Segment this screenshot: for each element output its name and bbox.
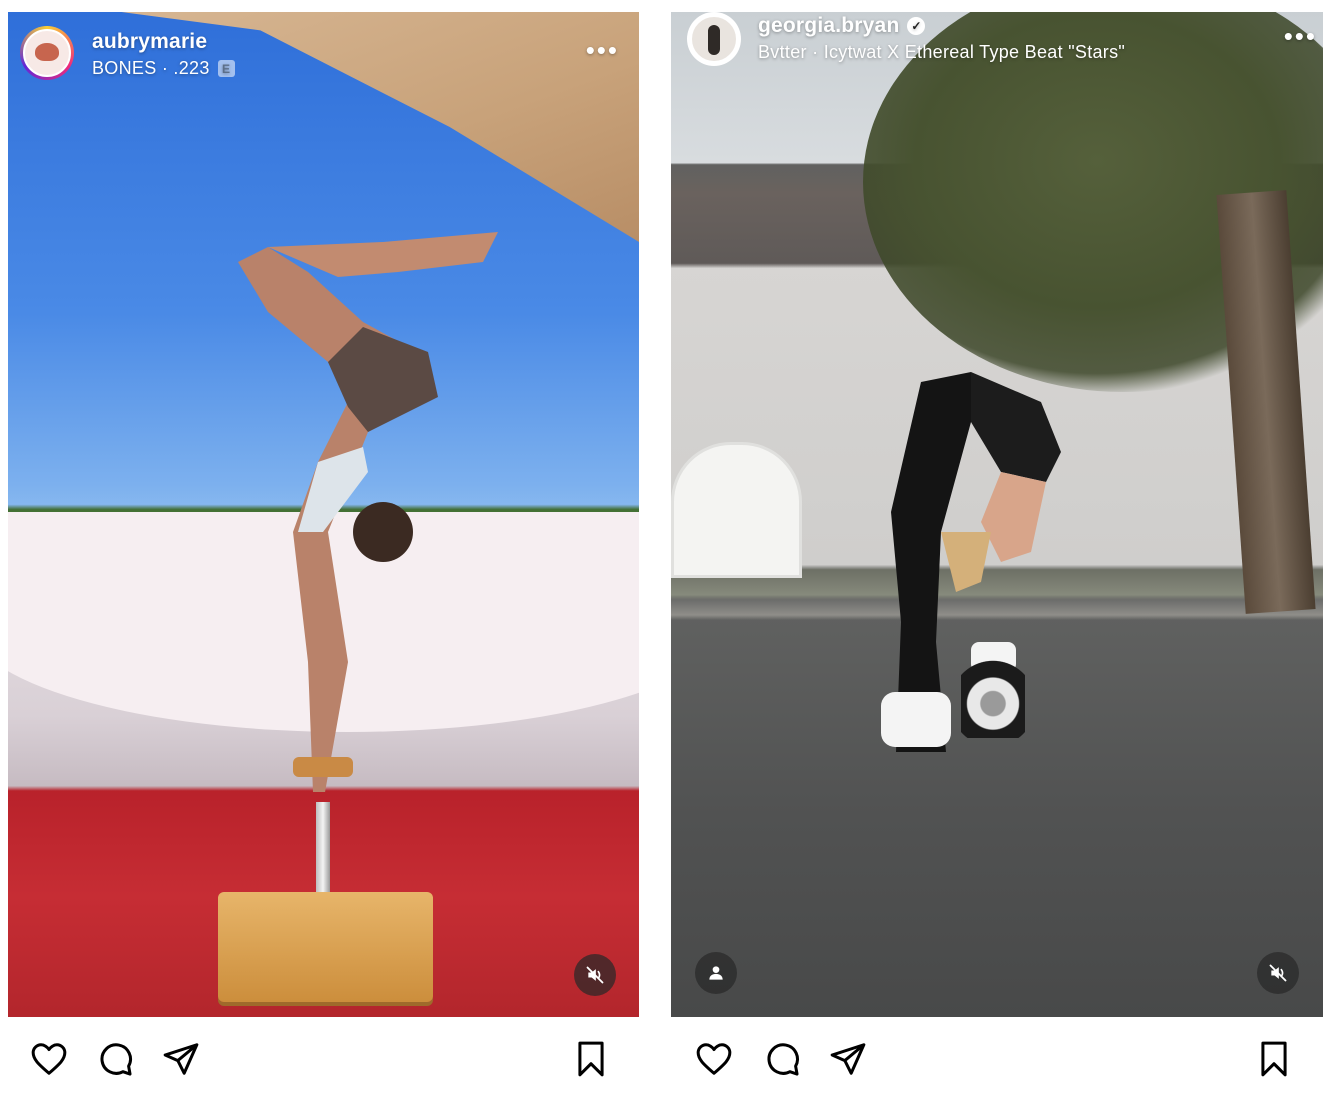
send-icon: [163, 1043, 199, 1075]
more-dots-icon[interactable]: •••: [1284, 23, 1317, 49]
post-media[interactable]: [671, 12, 1323, 1017]
post-media[interactable]: [8, 12, 639, 1017]
avatar[interactable]: [20, 26, 74, 80]
mute-toggle[interactable]: [574, 954, 616, 996]
bookmark-icon: [578, 1041, 604, 1077]
muted-speaker-icon: [1269, 964, 1287, 982]
tagged-people-button[interactable]: [695, 952, 737, 994]
save-button[interactable]: [568, 1036, 614, 1082]
bookmark-icon: [1261, 1041, 1287, 1077]
audio-track[interactable]: Bvtter · Icytwat X Ethereal Type Beat "S…: [758, 42, 1125, 63]
share-button[interactable]: [825, 1036, 871, 1082]
comment-button[interactable]: [92, 1036, 138, 1082]
comment-icon: [100, 1043, 132, 1076]
handstand-figure: [238, 232, 498, 792]
hoverboard-wheel: [961, 652, 1025, 738]
username[interactable]: georgia.bryan ✓: [758, 14, 926, 38]
more-dots-icon[interactable]: •••: [586, 37, 619, 63]
person-icon: [709, 966, 723, 980]
audio-track-label: BONES · .223: [92, 58, 210, 78]
like-button[interactable]: [691, 1036, 737, 1082]
post-header: aubrymarie BONES · .223 E •••: [8, 12, 639, 90]
comment-button[interactable]: [759, 1036, 805, 1082]
verified-badge-icon: ✓: [907, 17, 926, 35]
garage-door: [671, 442, 802, 578]
avatar-image: [23, 29, 71, 77]
comment-icon: [767, 1043, 799, 1076]
explicit-badge: E: [217, 60, 235, 77]
username[interactable]: aubrymarie: [92, 30, 207, 54]
username-label: aubrymarie: [92, 30, 208, 53]
share-button[interactable]: [158, 1036, 204, 1082]
action-bar: [8, 1030, 639, 1090]
audio-track[interactable]: BONES · .223 E: [92, 58, 235, 79]
post-header: georgia.bryan ✓ Bvtter · Icytwat X Ether…: [671, 12, 1323, 90]
mute-toggle[interactable]: [1257, 952, 1299, 994]
action-bar: [671, 1030, 1323, 1090]
like-button[interactable]: [26, 1036, 72, 1082]
heart-icon: [696, 1043, 732, 1075]
audio-track-label: Bvtter · Icytwat X Ethereal Type Beat "S…: [758, 42, 1126, 62]
username-label: georgia.bryan: [758, 14, 900, 37]
heart-icon: [31, 1043, 67, 1075]
save-button[interactable]: [1251, 1036, 1297, 1082]
send-icon: [830, 1043, 866, 1075]
muted-speaker-icon: [586, 966, 604, 984]
avatar[interactable]: [687, 12, 741, 66]
avatar-image: [690, 15, 738, 63]
wooden-base: [218, 892, 433, 1002]
